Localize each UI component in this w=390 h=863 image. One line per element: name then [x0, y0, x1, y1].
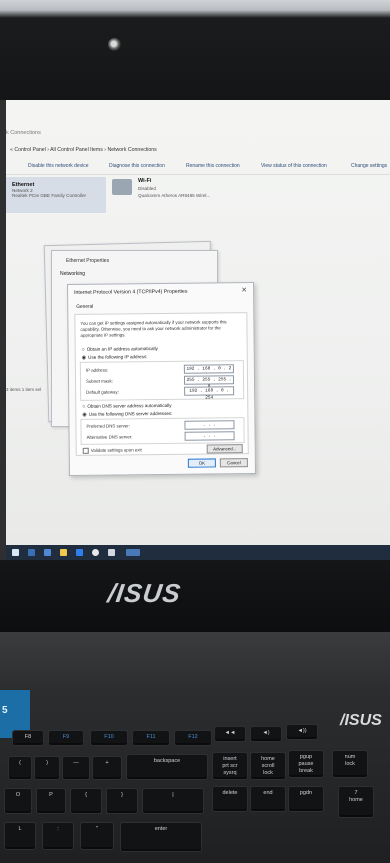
radio-obtain-ip-auto[interactable]: Obtain an IP address automatically — [82, 346, 158, 353]
key-right-bracket[interactable]: } — [106, 788, 138, 814]
cancel-button[interactable]: Cancel — [219, 458, 248, 468]
adapter-wifi[interactable]: Wi-Fi Disabled Qualcomm Atheros AR9485 W… — [112, 177, 232, 213]
radio-use-ip[interactable]: Use the following IP address: — [82, 354, 148, 361]
ip-address-field[interactable]: 192 . 168 . 0 . 2 — [183, 364, 234, 374]
monitor-screen: k Connections « Control Panel › All Cont… — [6, 100, 390, 545]
key-backspace[interactable]: backspace — [126, 754, 208, 780]
key-delete[interactable]: delete — [212, 786, 248, 812]
breadcrumb[interactable]: « Control Panel › All Control Panel Item… — [10, 147, 157, 153]
file-explorer-icon[interactable] — [60, 549, 67, 556]
edge-icon[interactable] — [76, 549, 83, 556]
subnet-mask-label: Subnet mask: — [85, 378, 113, 384]
toolbar-view-status[interactable]: View status of this connection — [261, 163, 327, 169]
key-pgup[interactable]: pgup pause break — [288, 750, 324, 778]
radio-use-dns[interactable]: Use the following DNS server addresses: — [82, 411, 173, 418]
chrome-icon[interactable] — [92, 549, 99, 556]
alternative-dns-field[interactable]: . . . — [184, 431, 235, 441]
adapter-ethernet[interactable]: Ethernet Network 2 Realtek PCIe GBE Fami… — [6, 177, 106, 213]
key-numpad-7[interactable]: 7 home — [338, 786, 374, 818]
task-view-icon[interactable] — [44, 549, 51, 556]
adapter-device: Realtek PCIe GBE Family Controller — [12, 193, 87, 198]
keyboard-brand-logo: /ISUS — [340, 712, 382, 729]
dialog-title: Internet Protocol Version 4 (TCP/IPv4) P… — [74, 288, 188, 296]
subnet-mask-field[interactable]: 255 . 255 . 255 . 0 — [183, 375, 235, 390]
ok-button[interactable]: OK — [187, 458, 216, 468]
key-f11[interactable]: F11 — [132, 730, 170, 746]
key-volume-up[interactable]: ◄)) — [286, 724, 318, 740]
alternative-dns-label: Alternative DNS server: — [86, 434, 133, 440]
preferred-dns-field[interactable]: . . . — [184, 420, 235, 430]
search-icon[interactable] — [28, 549, 35, 556]
validate-settings-checkbox[interactable]: Validate settings upon exit — [83, 447, 142, 454]
key-0[interactable]: ) — [34, 756, 60, 780]
adapter-device: Qualcomm Atheros AR9485 Wirel... — [138, 193, 211, 198]
ip-address-label: IP address: — [85, 367, 109, 373]
address-bar[interactable]: « Control Panel › All Control Panel Item… — [6, 144, 390, 156]
key-9[interactable]: ( — [8, 756, 32, 780]
key-left-bracket[interactable]: { — [70, 788, 102, 814]
window-title: k Connections — [6, 130, 41, 136]
key-minus[interactable]: — — [62, 756, 90, 780]
description-text: You can get IP settings assigned automat… — [80, 319, 227, 338]
key-semicolon[interactable]: : — [42, 822, 74, 850]
status-bar: 3 items 1 item sel — [6, 387, 42, 392]
ipv4-properties-dialog: Internet Protocol Version 4 (TCP/IPv4) P… — [66, 282, 257, 476]
taskbar — [6, 545, 390, 560]
key-enter[interactable]: enter — [120, 822, 202, 852]
tab-general[interactable]: General — [76, 305, 93, 310]
key-f10[interactable]: F10 — [90, 730, 128, 746]
webcam-icon — [108, 38, 121, 51]
toolbar-rename[interactable]: Rename this connection — [186, 163, 240, 169]
toolbar-diagnose[interactable]: Diagnose this connection — [109, 163, 165, 169]
radio-obtain-dns-auto[interactable]: Obtain DNS server address automatically — [82, 403, 171, 410]
key-pgdn[interactable]: pgdn — [288, 786, 324, 812]
sticker-text: 5 — [2, 705, 8, 716]
key-home[interactable]: home scroll lock — [250, 752, 286, 780]
monitor-top-bezel — [0, 0, 390, 100]
toolbar-disable-device[interactable]: Disable this network device — [28, 163, 89, 169]
default-gateway-field[interactable]: 192 . 168 . 0 . 254 — [184, 386, 235, 401]
adapter-status: Disabled — [138, 186, 156, 191]
key-f9[interactable]: F9 — [48, 730, 84, 746]
preferred-dns-label: Preferred DNS server: — [86, 423, 130, 429]
adapter-name: Wi-Fi — [138, 178, 152, 184]
default-gateway-label: Default gateway: — [86, 389, 119, 395]
toolbar-change-settings[interactable]: Change settings — [351, 163, 387, 169]
control-panel-icon[interactable] — [126, 549, 140, 556]
advanced-button[interactable]: Advanced... — [206, 444, 243, 454]
close-icon[interactable]: ✕ — [241, 286, 247, 294]
general-panel: You can get IP settings assigned automat… — [74, 312, 249, 456]
settings-icon[interactable] — [108, 549, 115, 556]
key-num-lock[interactable]: num lock — [332, 750, 368, 778]
monitor-brand-logo: /ISUS — [105, 578, 184, 608]
key-mute[interactable]: ◄◄ — [214, 726, 246, 742]
key-equals[interactable]: + — [92, 756, 122, 780]
key-f12[interactable]: F12 — [174, 730, 212, 746]
tab-networking[interactable]: Networking — [60, 271, 85, 277]
monitor-bottom-bezel — [0, 560, 390, 632]
key-insert[interactable]: insert prt scr sysrq — [212, 752, 248, 780]
network-adapter-icon — [112, 179, 132, 195]
dialog-title: Ethernet Properties — [66, 258, 110, 264]
command-toolbar: Disable this network device Diagnose thi… — [6, 158, 390, 175]
key-p[interactable]: P — [36, 788, 66, 814]
key-f8[interactable]: F8 — [12, 730, 44, 746]
start-icon[interactable] — [12, 549, 19, 556]
key-l[interactable]: L — [4, 822, 36, 850]
key-o[interactable]: O — [4, 788, 32, 814]
key-end[interactable]: end — [250, 786, 286, 812]
key-quote[interactable]: " — [80, 822, 114, 850]
key-backslash[interactable]: | — [142, 788, 204, 814]
key-volume-down[interactable]: ◄) — [250, 726, 282, 742]
